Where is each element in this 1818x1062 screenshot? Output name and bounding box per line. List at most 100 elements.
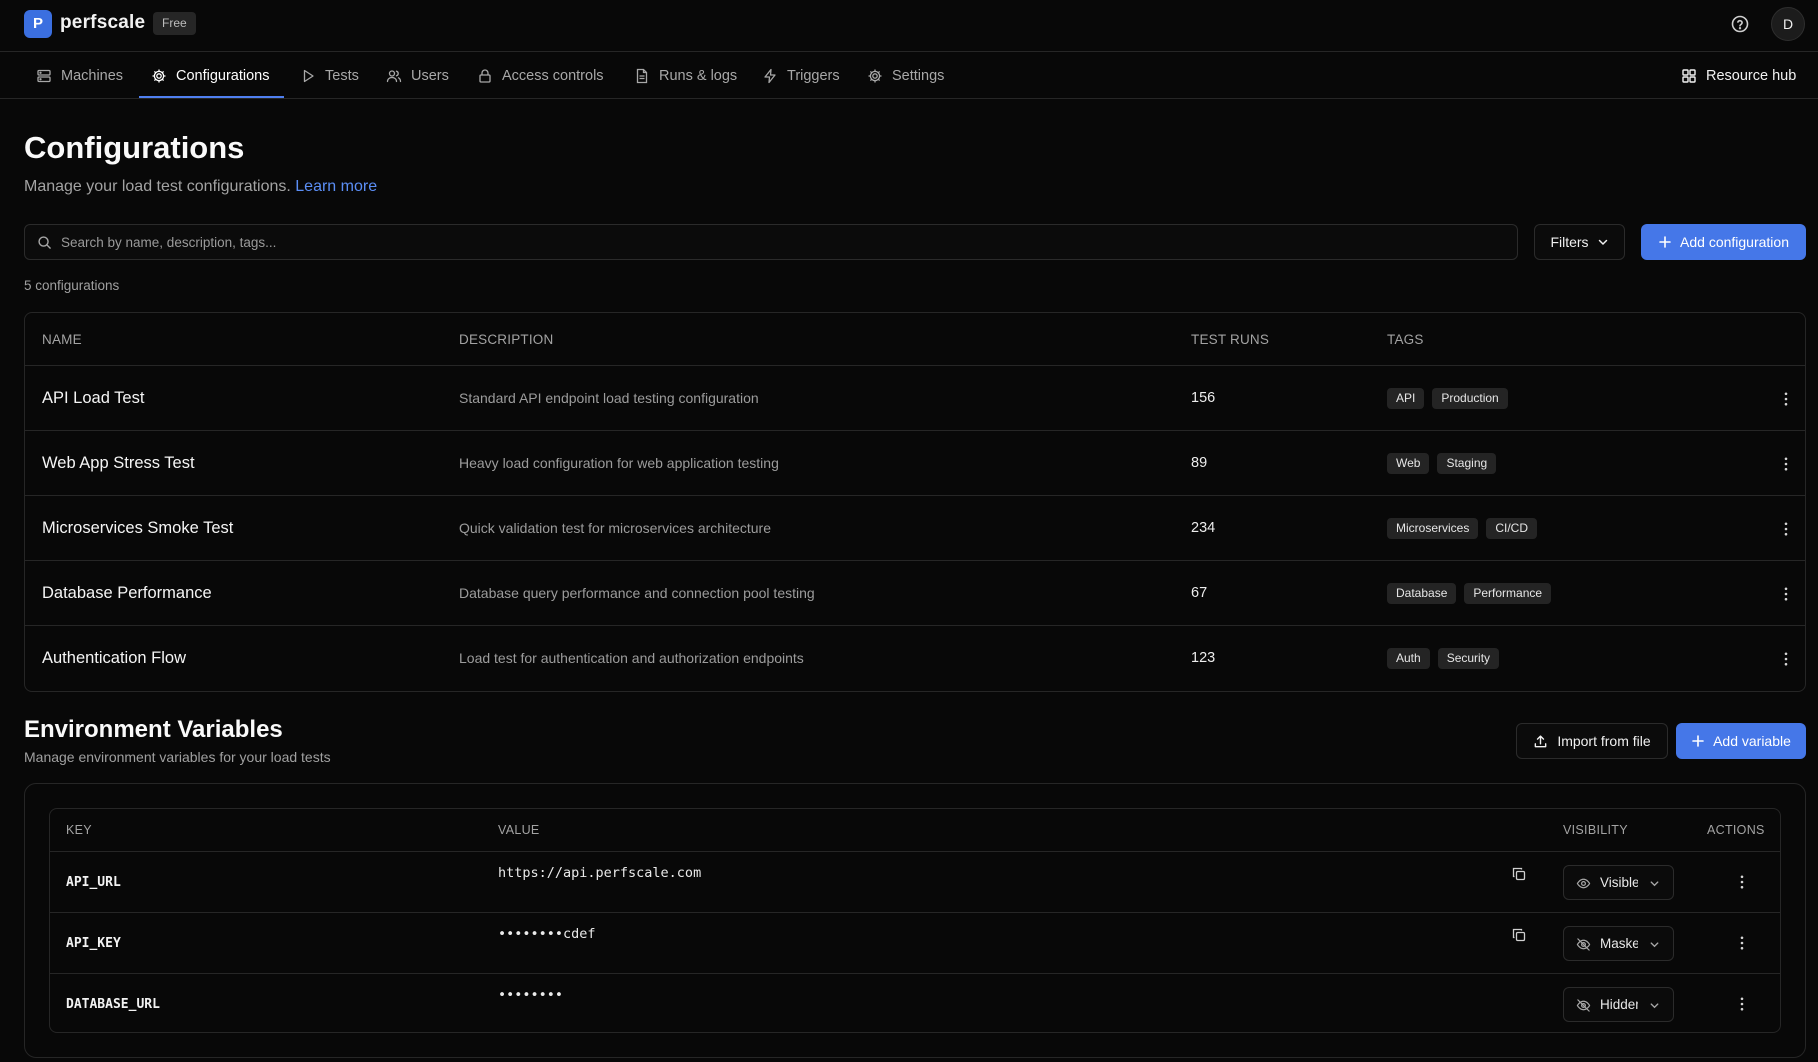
- app-name[interactable]: perfscale: [60, 12, 145, 34]
- env-value: ••••••••: [498, 987, 564, 1003]
- copy-icon[interactable]: [1511, 866, 1527, 882]
- more-vertical-icon[interactable]: [1733, 934, 1751, 952]
- more-vertical-icon[interactable]: [1777, 650, 1795, 668]
- column-header-tags[interactable]: TAGS: [1387, 313, 1424, 366]
- column-header-name[interactable]: NAME: [42, 313, 82, 366]
- column-header-key: KEY: [66, 823, 92, 837]
- more-vertical-icon[interactable]: [1733, 873, 1751, 891]
- tag: Staging: [1437, 453, 1497, 474]
- tab-runs-logs[interactable]: Runs & logs: [634, 52, 737, 99]
- config-name[interactable]: Database Performance: [42, 561, 212, 626]
- lock-icon: [477, 68, 493, 84]
- more-vertical-icon[interactable]: [1777, 390, 1795, 408]
- user-avatar[interactable]: D: [1771, 7, 1805, 41]
- more-vertical-icon[interactable]: [1777, 455, 1795, 473]
- column-header-actions: ACTIONS: [1707, 823, 1765, 837]
- tab-access-controls[interactable]: Access controls: [477, 52, 604, 99]
- tab-label: Tests: [325, 67, 359, 84]
- config-tags: Microservices CI/CD: [1387, 496, 1538, 561]
- more-vertical-icon[interactable]: [1777, 520, 1795, 538]
- env-section-subtitle: Manage environment variables for your lo…: [24, 749, 331, 765]
- search-input[interactable]: [61, 225, 1501, 259]
- add-variable-label: Add variable: [1713, 733, 1791, 749]
- config-name[interactable]: Microservices Smoke Test: [42, 496, 233, 561]
- subtitle-text: Manage your load test configurations.: [24, 178, 291, 195]
- tag: Performance: [1464, 583, 1552, 604]
- config-test-runs: 123: [1191, 650, 1216, 666]
- copy-icon[interactable]: [1511, 927, 1527, 943]
- config-tags: Auth Security: [1387, 626, 1500, 691]
- env-section-title: Environment Variables: [24, 716, 283, 743]
- tag: Security: [1437, 648, 1500, 669]
- table-row: DATABASE_URL •••••••• Hidden: [50, 974, 1780, 1032]
- chevron-down-icon: [1649, 878, 1660, 889]
- tab-settings[interactable]: Settings: [867, 52, 944, 99]
- tab-configurations[interactable]: Configurations: [151, 52, 270, 99]
- config-name[interactable]: Authentication Flow: [42, 626, 186, 691]
- resource-hub-label: Resource hub: [1706, 67, 1797, 84]
- config-test-runs: 89: [1191, 455, 1208, 471]
- config-name[interactable]: API Load Test: [42, 366, 144, 431]
- tag: CI/CD: [1486, 518, 1538, 539]
- env-variables-card: KEY VALUE VISIBILITY ACTIONS API_URL htt…: [24, 783, 1806, 1058]
- search-field: [24, 224, 1518, 260]
- tab-tests[interactable]: Tests: [300, 52, 359, 99]
- grid-icon: [1681, 68, 1697, 84]
- gear-icon: [151, 68, 167, 84]
- resource-hub-link[interactable]: Resource hub: [1681, 52, 1796, 99]
- config-description: Heavy load configuration for web applica…: [459, 455, 779, 471]
- add-configuration-button[interactable]: Add configuration: [1641, 224, 1806, 260]
- tab-label: Machines: [61, 67, 124, 84]
- import-from-file-button[interactable]: Import from file: [1516, 723, 1668, 759]
- visibility-select[interactable]: Masked: [1563, 926, 1674, 961]
- visibility-value: Masked: [1600, 936, 1638, 951]
- tab-machines[interactable]: Machines: [36, 52, 123, 99]
- tag: Database: [1387, 583, 1457, 604]
- column-header-value: VALUE: [498, 823, 540, 837]
- table-row[interactable]: Authentication Flow Load test for authen…: [25, 626, 1805, 691]
- tab-triggers[interactable]: Triggers: [762, 52, 840, 99]
- chevron-down-icon: [1597, 236, 1609, 248]
- env-value: ••••••••cdef: [498, 926, 596, 942]
- page-subtitle: Manage your load test configurations. Le…: [24, 178, 377, 196]
- tab-label: Users: [411, 67, 449, 84]
- tag: Auth: [1387, 648, 1430, 669]
- tag: Microservices: [1387, 518, 1479, 539]
- config-name[interactable]: Web App Stress Test: [42, 431, 195, 496]
- visibility-select[interactable]: Hidden: [1563, 987, 1674, 1022]
- lightning-icon: [762, 68, 778, 84]
- help-icon[interactable]: [1728, 12, 1752, 36]
- tab-label: Configurations: [176, 67, 270, 84]
- table-row[interactable]: Database Performance Database query perf…: [25, 561, 1805, 626]
- env-key: DATABASE_URL: [66, 997, 160, 1012]
- play-icon: [300, 68, 316, 84]
- tag: Production: [1432, 388, 1508, 409]
- visibility-value: Visible: [1600, 875, 1638, 890]
- upload-icon: [1533, 734, 1548, 749]
- more-vertical-icon[interactable]: [1777, 585, 1795, 603]
- visibility-select[interactable]: Visible: [1563, 865, 1674, 900]
- table-row[interactable]: API Load Test Standard API endpoint load…: [25, 366, 1805, 431]
- more-vertical-icon[interactable]: [1733, 995, 1751, 1013]
- table-row[interactable]: Microservices Smoke Test Quick validatio…: [25, 496, 1805, 561]
- tag: API: [1387, 388, 1425, 409]
- add-variable-button[interactable]: Add variable: [1676, 723, 1806, 759]
- column-header-test-runs[interactable]: TEST RUNS: [1191, 313, 1269, 366]
- configurations-table: NAME DESCRIPTION TEST RUNS TAGS API Load…: [24, 312, 1806, 692]
- tab-label: Settings: [892, 67, 945, 84]
- server-icon: [36, 68, 52, 84]
- main-nav: Machines Configurations Tests Users Acce…: [0, 52, 1818, 99]
- learn-more-link[interactable]: Learn more: [295, 178, 377, 195]
- users-icon: [386, 68, 402, 84]
- tab-label: Access controls: [502, 67, 604, 84]
- filters-button[interactable]: Filters: [1534, 224, 1625, 260]
- tab-users[interactable]: Users: [386, 52, 449, 99]
- app-logo[interactable]: P: [24, 10, 52, 38]
- table-row[interactable]: Web App Stress Test Heavy load configura…: [25, 431, 1805, 496]
- config-tags: Web Staging: [1387, 431, 1497, 496]
- env-key: API_KEY: [66, 936, 121, 951]
- top-bar: P perfscale Free D: [0, 0, 1818, 52]
- column-header-description[interactable]: DESCRIPTION: [459, 313, 553, 366]
- tab-label: Runs & logs: [659, 67, 738, 84]
- column-header-visibility: VISIBILITY: [1563, 823, 1628, 837]
